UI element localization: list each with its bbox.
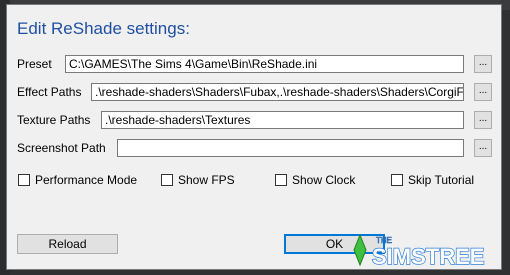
simstree-logo-icon: THE SIMSTREE (353, 233, 485, 270)
show-fps-checkbox[interactable]: Show FPS (161, 173, 235, 187)
texture-paths-field[interactable]: .\reshade-shaders\Textures (101, 111, 464, 129)
checkbox-box[interactable] (275, 174, 287, 186)
texture-paths-label: Texture Paths (17, 113, 91, 127)
checkbox-box[interactable] (391, 174, 403, 186)
show-fps-label: Show FPS (178, 173, 235, 187)
dialog-title: Edit ReShade settings: (17, 19, 190, 38)
checkbox-box[interactable] (18, 174, 30, 186)
performance-mode-checkbox[interactable]: Performance Mode (18, 173, 137, 187)
preset-field[interactable]: C:\GAMES\The Sims 4\Game\Bin\ReShade.ini (65, 55, 464, 73)
simstree-watermark-logo: THE SIMSTREE (352, 231, 502, 270)
reload-button[interactable]: Reload (17, 234, 118, 254)
preset-browse-button[interactable]: ... (474, 55, 492, 73)
skip-tutorial-label: Skip Tutorial (408, 173, 475, 187)
screenshot-path-field[interactable] (117, 139, 464, 157)
texture-paths-browse-button[interactable]: ... (474, 111, 492, 129)
show-clock-checkbox[interactable]: Show Clock (275, 173, 355, 187)
watermark-brand-text: SIMSTREE (372, 244, 484, 269)
show-clock-label: Show Clock (292, 173, 356, 187)
screenshot-path-label: Screenshot Path (17, 141, 106, 155)
effect-paths-field[interactable]: .\reshade-shaders\Shaders\Fubax,.\reshad… (91, 83, 464, 101)
effect-paths-browse-button[interactable]: ... (474, 83, 492, 101)
screenshot-path-browse-button[interactable]: ... (474, 139, 492, 157)
preset-label: Preset (17, 57, 52, 71)
checkbox-box[interactable] (161, 174, 173, 186)
performance-mode-label: Performance Mode (35, 173, 138, 187)
effect-paths-label: Effect Paths (17, 85, 82, 99)
skip-tutorial-checkbox[interactable]: Skip Tutorial (391, 173, 474, 187)
